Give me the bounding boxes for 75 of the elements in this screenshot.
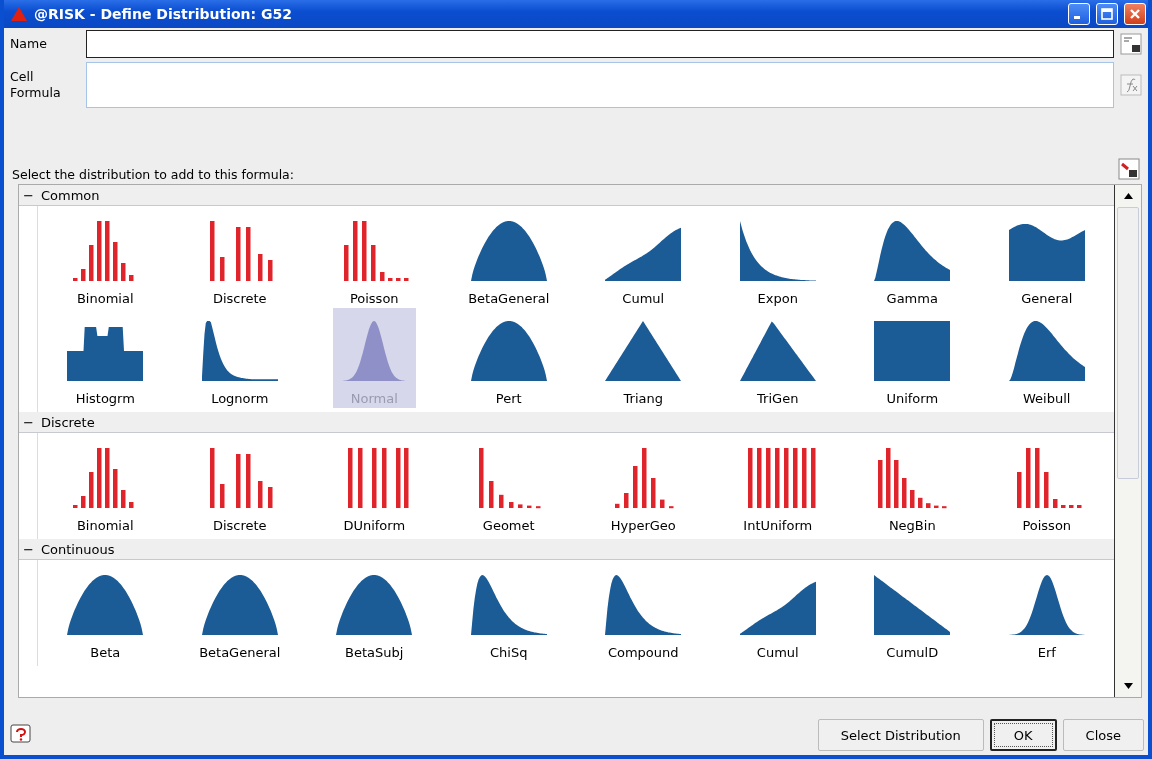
window-title: @RISK - Define Distribution: G52 bbox=[34, 6, 293, 22]
maximize-button[interactable] bbox=[1096, 3, 1118, 25]
distribution-tile[interactable]: HyperGeo bbox=[602, 435, 685, 535]
density-curve-icon bbox=[468, 573, 549, 637]
density-curve-icon bbox=[334, 573, 415, 637]
grid-icon[interactable] bbox=[1116, 156, 1142, 182]
text-field[interactable] bbox=[86, 30, 1114, 58]
density-curve-icon bbox=[872, 319, 953, 383]
distribution-tile[interactable]: BetaSubj bbox=[333, 562, 416, 662]
distribution-tile[interactable]: Lognorm bbox=[198, 308, 281, 408]
distribution-tile[interactable]: DUniform bbox=[333, 435, 416, 535]
distribution-tile[interactable]: Histogrm bbox=[64, 308, 147, 408]
distribution-tile[interactable]: Weibull bbox=[1005, 308, 1088, 408]
dialog-button[interactable]: Close bbox=[1062, 719, 1144, 751]
density-curve-icon bbox=[199, 573, 280, 637]
distribution-tile[interactable]: Poisson bbox=[1005, 435, 1088, 535]
dialog-button[interactable]: OK bbox=[989, 719, 1057, 751]
cell-reference-icon[interactable] bbox=[1118, 31, 1144, 57]
distribution-tile[interactable]: NegBin bbox=[871, 435, 954, 535]
section-title: Common bbox=[41, 187, 100, 203]
density-curve-icon bbox=[603, 573, 684, 637]
field-label: Cell Formula bbox=[10, 69, 62, 101]
distribution-tile[interactable]: Binomial bbox=[64, 208, 147, 308]
distribution-tile[interactable]: Poisson bbox=[333, 208, 416, 308]
distribution-tile[interactable]: Cumul bbox=[602, 208, 685, 308]
density-curve-icon bbox=[468, 219, 549, 283]
distribution-tile[interactable]: BetaGeneral bbox=[467, 208, 550, 308]
density-curve-icon bbox=[65, 573, 146, 637]
scroll-up-icon[interactable] bbox=[1123, 193, 1133, 199]
distribution-tile[interactable]: Cumul bbox=[736, 562, 819, 662]
collapse-toggle[interactable]: − bbox=[23, 414, 35, 430]
minimize-icon bbox=[1074, 16, 1080, 19]
scrollbar[interactable] bbox=[1115, 185, 1141, 697]
density-curve-icon bbox=[872, 573, 953, 637]
distribution-tile[interactable]: ChiSq bbox=[467, 562, 550, 662]
distribution-tile[interactable]: Gamma bbox=[871, 208, 954, 308]
distribution-tile[interactable]: Erf bbox=[1005, 562, 1088, 662]
distribution-tile[interactable]: Discrete bbox=[198, 435, 281, 535]
density-curve-icon bbox=[872, 219, 953, 283]
section-header[interactable]: − Common bbox=[19, 185, 1114, 206]
distribution-tile[interactable]: Geomet bbox=[467, 435, 550, 535]
section-header[interactable]: − Continuous bbox=[19, 539, 1114, 560]
prompt-label: Select the distribution to add to this formula: bbox=[12, 167, 294, 182]
density-curve-icon bbox=[603, 319, 684, 383]
app-logo-icon bbox=[10, 6, 28, 22]
density-curve-icon bbox=[468, 319, 549, 383]
distribution-tile[interactable]: Beta bbox=[64, 562, 147, 662]
distribution-tile[interactable]: Discrete bbox=[198, 208, 281, 308]
distribution-tile[interactable]: Expon bbox=[736, 208, 819, 308]
distribution-tile[interactable]: TriGen bbox=[736, 308, 819, 408]
distribution-tile[interactable]: CumulD bbox=[871, 562, 954, 662]
distribution-tile[interactable]: Binomial bbox=[64, 435, 147, 535]
density-curve-icon bbox=[737, 319, 818, 383]
field-label: Name bbox=[10, 36, 48, 52]
dialog-button[interactable]: Select Distribution bbox=[817, 719, 984, 751]
distribution-tile[interactable]: Triang bbox=[602, 308, 685, 408]
scroll-down-icon[interactable] bbox=[1123, 683, 1133, 689]
minimize-button[interactable] bbox=[1068, 3, 1090, 25]
close-icon bbox=[1129, 8, 1141, 20]
maximize-icon bbox=[1101, 8, 1113, 20]
density-curve-icon bbox=[199, 319, 280, 383]
distribution-tile[interactable]: Pert bbox=[467, 308, 550, 408]
close-button[interactable] bbox=[1124, 3, 1146, 25]
density-curve-icon bbox=[1006, 319, 1087, 383]
collapse-toggle[interactable]: − bbox=[23, 187, 35, 203]
section-header[interactable]: − Discrete bbox=[19, 412, 1114, 433]
collapse-toggle[interactable]: − bbox=[23, 541, 35, 557]
distribution-tile[interactable]: IntUniform bbox=[736, 435, 819, 535]
distribution-tile[interactable]: General bbox=[1005, 208, 1088, 308]
distribution-tile[interactable]: Compound bbox=[602, 562, 685, 662]
distribution-tile[interactable]: Uniform bbox=[871, 308, 954, 408]
section-title: Discrete bbox=[41, 414, 95, 430]
help-icon[interactable] bbox=[10, 724, 32, 746]
distribution-tile[interactable]: BetaGeneral bbox=[198, 562, 281, 662]
section-title: Continuous bbox=[41, 541, 115, 557]
